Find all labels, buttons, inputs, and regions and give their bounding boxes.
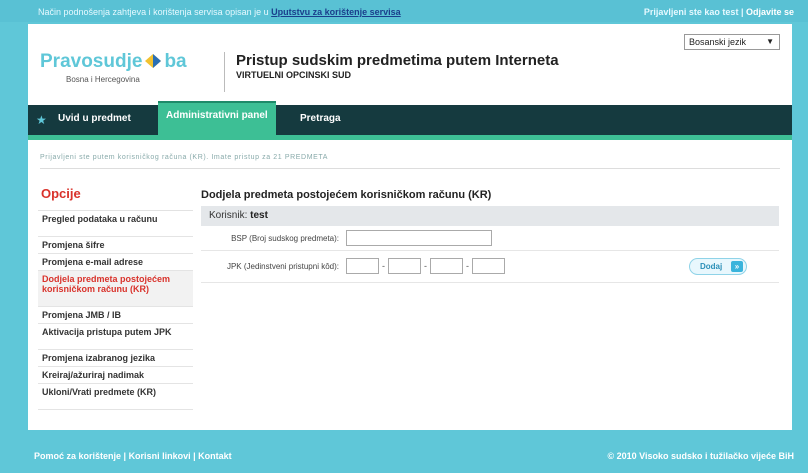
header-divider bbox=[224, 52, 225, 92]
bsp-label: BSP (Broj sudskog predmeta): bbox=[231, 234, 339, 243]
arrow-right-icon: » bbox=[731, 261, 743, 272]
language-value: Bosanski jezik bbox=[689, 37, 747, 47]
tab-uvid-u-predmet[interactable]: Uvid u predmet bbox=[58, 113, 131, 124]
language-select[interactable]: Bosanski jezik ▼ bbox=[684, 34, 780, 50]
help-info: Način podnošenja zahtjeva i korištenja s… bbox=[38, 7, 401, 17]
sidebar-item-ukloni-vrati[interactable]: Ukloni/Vrati predmete (KR) bbox=[38, 384, 193, 410]
user-label: Korisnik: bbox=[209, 210, 251, 221]
sidebar-item-nadimak[interactable]: Kreiraj/ažuriraj nadimak bbox=[38, 367, 193, 384]
main-nav: ★ Uvid u predmet Administrativni panel P… bbox=[28, 101, 792, 135]
jpk-input-1[interactable] bbox=[346, 258, 379, 274]
access-notice: Prijavljeni ste putem korisničkog računa… bbox=[40, 154, 329, 161]
dropdown-arrow-icon: ▼ bbox=[766, 37, 774, 46]
copyright: © 2010 Visoko sudsko i tužilačko vijeće … bbox=[607, 451, 794, 461]
footer-links: Pomoć za korištenje | Korisni linkovi | … bbox=[34, 451, 232, 461]
sidebar-item-aktivacija-jpk[interactable]: Aktivacija pristupa putem JPK bbox=[38, 324, 193, 350]
footer-separator: | bbox=[121, 451, 129, 461]
footer-useful-links[interactable]: Korisni linkovi bbox=[129, 451, 191, 461]
sidebar-item-dodjela-predmeta[interactable]: Dodjela predmeta postojećem korisničkom … bbox=[38, 271, 193, 307]
bsp-input[interactable] bbox=[346, 230, 492, 246]
jpk-row: JPK (Jedinstveni pristupni kôd): - - - D… bbox=[201, 251, 779, 283]
header: Pravosudje ba Bosna i Hercegovina Pristup… bbox=[28, 24, 792, 102]
bsp-row: BSP (Broj sudskog predmeta): bbox=[201, 226, 779, 251]
user-value: test bbox=[250, 210, 268, 221]
manual-link[interactable]: Uputstvu za korištenje servisa bbox=[271, 7, 401, 17]
site-subtitle: VIRTUELNI OPCINSKI SUD bbox=[236, 70, 352, 80]
emblem-icon bbox=[145, 54, 162, 68]
jpk-separator: - bbox=[382, 261, 385, 271]
site-title: Pristup sudskim predmetima putem Interne… bbox=[236, 52, 559, 69]
page-title: Dodjela predmeta postojećem korisničkom … bbox=[201, 189, 492, 201]
logout-link[interactable]: Odjavite se bbox=[746, 7, 794, 17]
home-icon[interactable]: ★ bbox=[36, 113, 47, 127]
login-separator: | bbox=[738, 7, 746, 17]
notice-divider bbox=[40, 168, 780, 169]
sidebar-item-promjena-sifre[interactable]: Promjena šifre bbox=[38, 237, 193, 254]
sidebar-item-pregled-podataka[interactable]: Pregled podataka u računu bbox=[38, 211, 193, 237]
tab-pretraga[interactable]: Pretraga bbox=[300, 113, 341, 124]
tab-administrativni-panel[interactable]: Administrativni panel bbox=[158, 101, 276, 135]
sidebar-title: Opcije bbox=[41, 186, 81, 201]
jpk-separator: - bbox=[424, 261, 427, 271]
nav-underline bbox=[28, 135, 792, 140]
logo-left-text: Pravosudje bbox=[40, 51, 143, 72]
top-bar: Način podnošenja zahtjeva i korištenja s… bbox=[0, 0, 808, 22]
footer-help-link[interactable]: Pomoć za korištenje bbox=[34, 451, 121, 461]
footer-separator: | bbox=[190, 451, 199, 461]
logo-right-text: ba bbox=[164, 51, 187, 72]
jpk-label: JPK (Jedinstveni pristupni kôd): bbox=[226, 262, 339, 271]
main-content: Dodjela predmeta postojećem korisničkom … bbox=[201, 186, 779, 283]
user-bar: Korisnik: test bbox=[201, 206, 779, 226]
sidebar-item-promjena-jmb[interactable]: Promjena JMB / IB bbox=[38, 307, 193, 324]
help-info-text: Način podnošenja zahtjeva i korištenja s… bbox=[38, 7, 272, 17]
sidebar-list: Pregled podataka u računu Promjena šifre… bbox=[38, 210, 193, 410]
jpk-input-2[interactable] bbox=[388, 258, 421, 274]
options-sidebar: Opcije Pregled podataka u računu Promjen… bbox=[38, 186, 193, 410]
logo-subtitle: Bosna i Hercegovina bbox=[66, 75, 140, 84]
add-button-label: Dodaj bbox=[700, 262, 723, 271]
jpk-input-4[interactable] bbox=[472, 258, 505, 274]
footer-contact-link[interactable]: Kontakt bbox=[198, 451, 232, 461]
sidebar-item-promjena-email[interactable]: Promjena e-mail adrese bbox=[38, 254, 193, 271]
login-status: Prijavljeni ste kao test | Odjavite se bbox=[644, 7, 794, 17]
footer: Pomoć za korištenje | Korisni linkovi | … bbox=[0, 443, 808, 473]
logo-wordmark: Pravosudje ba bbox=[40, 51, 210, 73]
logo[interactable]: Pravosudje ba Bosna i Hercegovina bbox=[40, 51, 210, 91]
site-titles: Pristup sudskim predmetima putem Interne… bbox=[236, 52, 559, 80]
add-button[interactable]: Dodaj » bbox=[689, 258, 747, 275]
logged-in-text: Prijavljeni ste kao test bbox=[643, 7, 739, 17]
main-card: Pravosudje ba Bosna i Hercegovina Pristup… bbox=[28, 24, 792, 430]
sidebar-item-promjena-jezika[interactable]: Promjena izabranog jezika bbox=[38, 350, 193, 367]
jpk-input-3[interactable] bbox=[430, 258, 463, 274]
jpk-separator: - bbox=[466, 261, 469, 271]
